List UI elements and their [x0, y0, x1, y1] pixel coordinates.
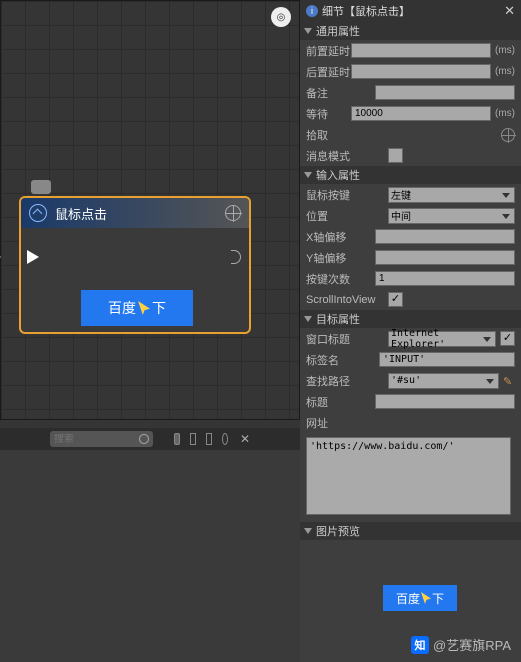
node-mouse-click[interactable]: 鼠标点击 百度 下 [19, 196, 251, 334]
node-handle[interactable] [31, 180, 51, 194]
tool-icon-1[interactable] [174, 433, 180, 445]
target-icon[interactable] [225, 205, 241, 221]
cursor-icon [421, 592, 431, 604]
section-general[interactable]: 通用属性 [300, 22, 521, 40]
search-icon[interactable] [139, 434, 149, 444]
y-offset-input[interactable] [375, 250, 515, 265]
window-title-select[interactable]: Internet Explorer' [388, 331, 496, 347]
scroll-check[interactable] [388, 292, 403, 307]
canvas[interactable]: ◎ 鼠标点击 百度 下 [0, 0, 300, 420]
pick-target-icon[interactable] [501, 128, 515, 142]
search-input[interactable] [54, 434, 139, 445]
section-preview[interactable]: 图片预览 [300, 522, 521, 540]
click-icon [29, 204, 47, 222]
edit-icon[interactable]: ✎ [503, 375, 515, 387]
wintitle-check[interactable] [500, 331, 515, 346]
bottom-panel [0, 450, 300, 662]
tagname-input[interactable] [379, 352, 515, 367]
path-select[interactable]: '#su' [388, 373, 499, 389]
note-input[interactable] [375, 85, 515, 100]
panel-title-text: 细节【鼠标点击】 [322, 3, 410, 19]
toolbar: ✕ [0, 428, 300, 450]
tool-icon-3[interactable] [206, 433, 212, 445]
x-offset-input[interactable] [375, 229, 515, 244]
search-box[interactable] [50, 431, 153, 447]
info-icon: i [306, 5, 318, 17]
wait-input[interactable] [351, 106, 491, 121]
cursor-icon [138, 301, 150, 315]
external-connector [0, 251, 1, 263]
toolbar-close[interactable]: ✕ [240, 432, 250, 446]
section-target[interactable]: 目标属性 [300, 310, 521, 328]
section-input[interactable]: 输入属性 [300, 166, 521, 184]
tool-icon-2[interactable] [190, 433, 196, 445]
input-port[interactable] [27, 250, 39, 264]
post-delay-input[interactable] [351, 64, 491, 79]
close-panel[interactable]: ✕ [504, 3, 515, 19]
avatar: ◎ [271, 7, 291, 27]
click-times-input[interactable] [375, 271, 515, 286]
node-title: 鼠标点击 [55, 204, 107, 223]
title-input[interactable] [375, 394, 515, 409]
msg-mode-check[interactable] [388, 148, 403, 163]
mouse-button-select[interactable]: 左键 [388, 187, 515, 203]
tool-icon-4[interactable] [222, 433, 228, 445]
properties-panel: i 细节【鼠标点击】 ✕ 通用属性 前置延时(ms) 后置延时(ms) 备注 等… [300, 0, 521, 662]
pre-delay-input[interactable] [351, 43, 491, 58]
output-port[interactable] [231, 250, 241, 264]
baidu-button-preview: 百度 下 [81, 290, 193, 326]
zhihu-icon: 知 [411, 636, 429, 654]
position-select[interactable]: 中间 [388, 208, 515, 224]
preview-button: 百度 下 [383, 585, 457, 611]
watermark: 知 @艺赛旗RPA [411, 635, 511, 654]
url-textarea[interactable] [306, 437, 511, 515]
